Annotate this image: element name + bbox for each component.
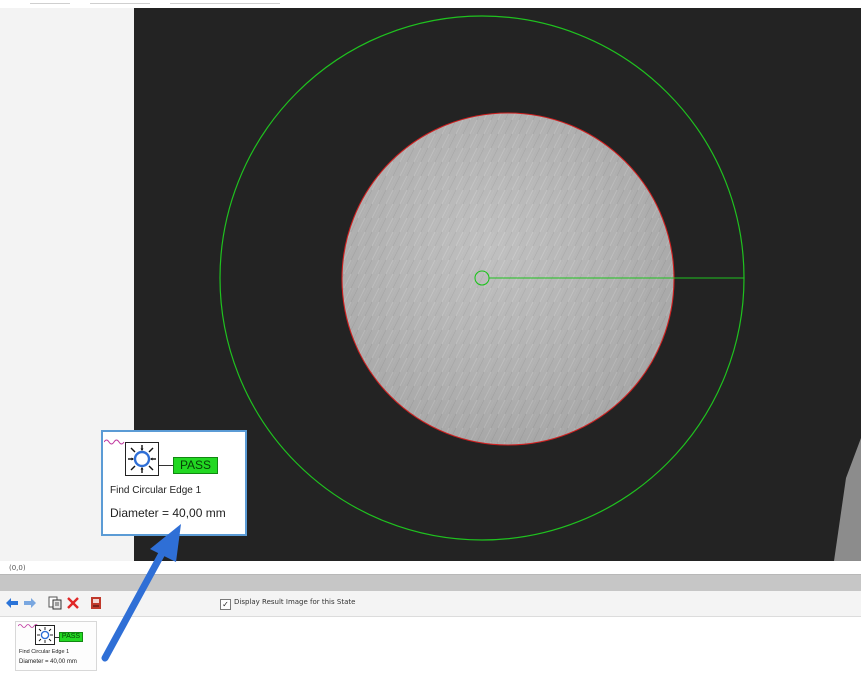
step-card[interactable]: PASS Find Circular Edge 1 Diameter = 40,… (15, 621, 97, 671)
pass-badge: PASS (59, 632, 83, 642)
arrow-left-icon[interactable] (4, 595, 20, 611)
display-result-label: Display Result Image for this State (234, 598, 356, 606)
step-result: Diameter = 40,00 mm (110, 506, 226, 520)
connector-line (159, 465, 173, 466)
signal-wave-icon (104, 439, 125, 445)
top-divider (90, 3, 150, 4)
states-toolbar: ✓ Display Result Image for this State (0, 591, 861, 617)
disk-shading (342, 113, 674, 445)
delete-x-icon[interactable] (65, 595, 81, 611)
coordinate-readout: (0,0) (9, 564, 26, 572)
step-name: Find Circular Edge 1 (110, 485, 202, 496)
pass-badge: PASS (173, 457, 218, 474)
background-object (834, 438, 861, 561)
export-icon[interactable] (88, 595, 104, 611)
circular-edge-icon (35, 625, 55, 645)
copy-icon[interactable] (47, 595, 63, 611)
top-divider (30, 3, 70, 4)
display-result-checkbox[interactable]: ✓ (220, 599, 231, 610)
step-result: Diameter = 40,00 mm (19, 659, 77, 665)
horizontal-scrollbar[interactable] (0, 574, 861, 591)
top-strip (0, 0, 861, 8)
step-name: Find Circular Edge 1 (19, 649, 70, 655)
circular-edge-icon (125, 442, 159, 476)
top-divider (170, 3, 280, 4)
step-strip (0, 617, 861, 673)
step-card-zoomed: PASS Find Circular Edge 1 Diameter = 40,… (101, 430, 247, 536)
arrow-right-icon[interactable] (22, 595, 38, 611)
